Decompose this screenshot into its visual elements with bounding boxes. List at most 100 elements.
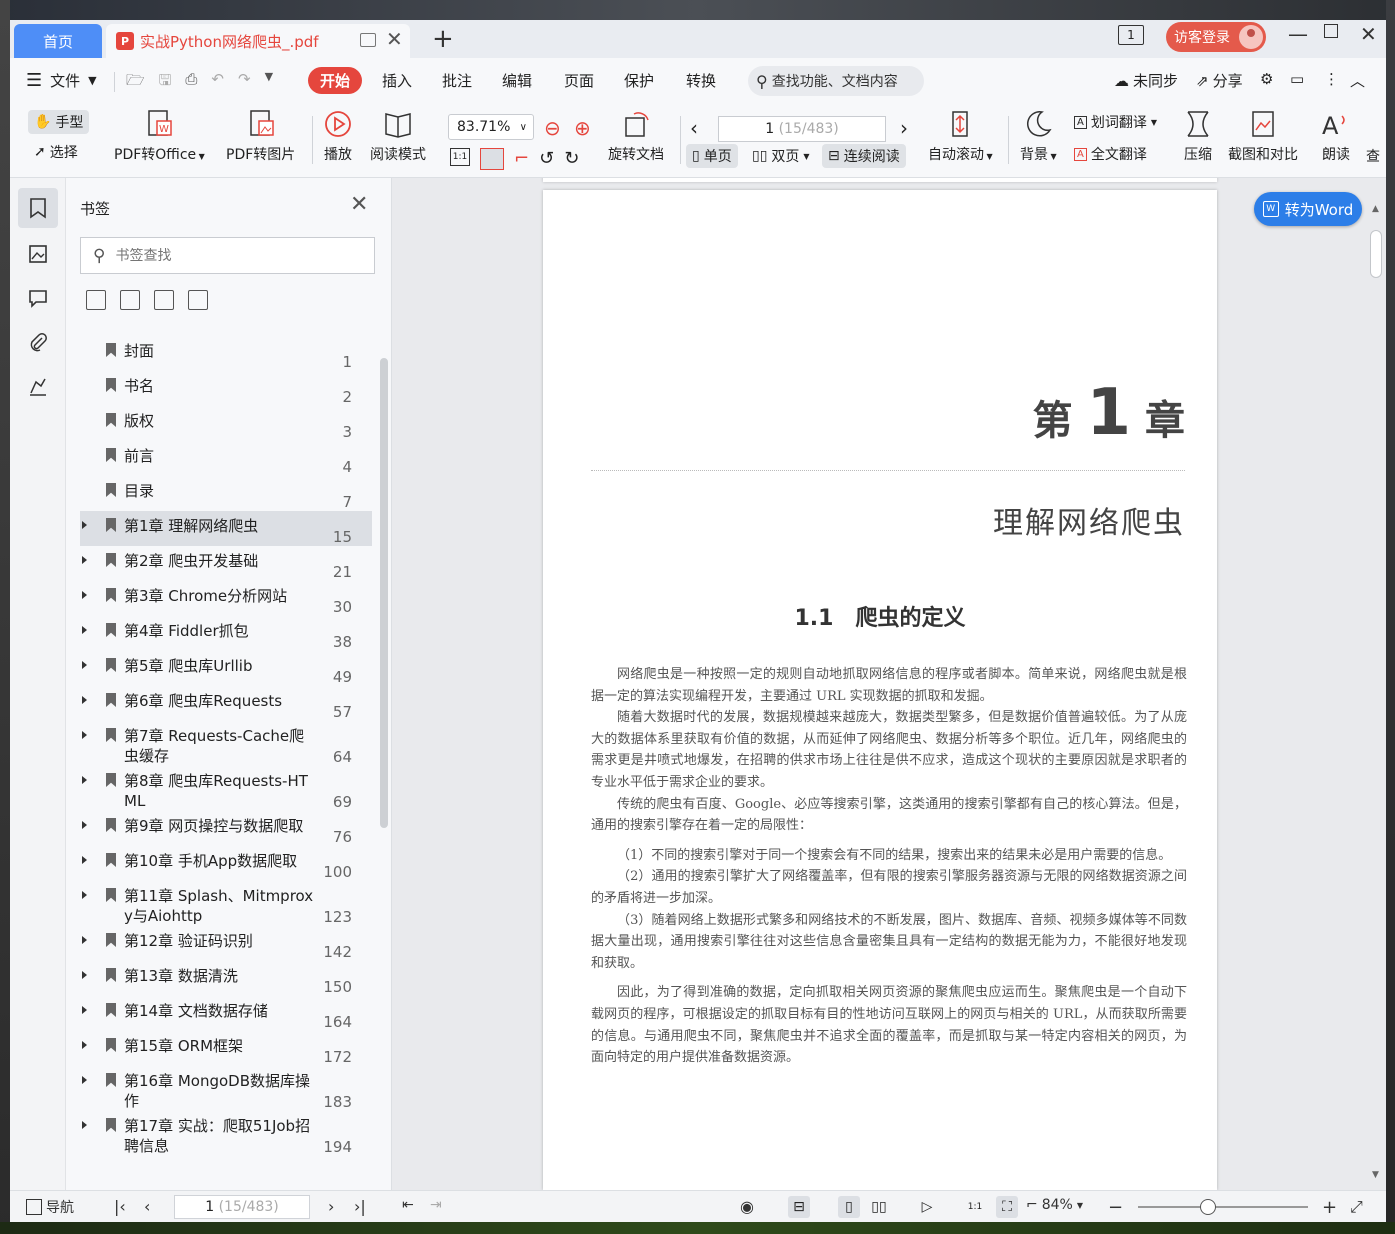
close-icon[interactable]: ✕ <box>350 192 368 217</box>
tab-home[interactable]: 首页 <box>14 24 102 58</box>
expand-arrow-icon[interactable] <box>82 776 87 784</box>
menu-insert[interactable]: 插入 <box>382 70 412 91</box>
bookmark-item-selected[interactable]: 第1章 理解网络爬虫 15 <box>80 511 372 546</box>
maximize-icon[interactable] <box>1324 24 1338 38</box>
play-icon[interactable]: ▷ <box>916 1196 938 1218</box>
sync-status[interactable]: ☁ 未同步 <box>1114 70 1178 91</box>
redo-icon[interactable]: ↷ <box>238 70 251 95</box>
menu-protect[interactable]: 保护 <box>624 70 654 91</box>
word-translate-button[interactable]: A 划词翻译 ▼ <box>1074 112 1157 132</box>
status-page-input[interactable]: 1 (15/483) <box>174 1195 310 1219</box>
share-button[interactable]: ⇗ 分享 <box>1196 70 1243 91</box>
bookmark-item[interactable]: 第14章 文档数据存储 164 <box>80 996 372 1031</box>
minimize-icon[interactable]: — <box>1288 22 1308 46</box>
bookmark-item[interactable]: 版权 3 <box>80 406 372 441</box>
actual-size-icon[interactable]: 1:1 <box>450 148 470 166</box>
expand-arrow-icon[interactable] <box>82 731 87 739</box>
bookmark-item[interactable]: 第12章 验证码识别 142 <box>80 926 372 961</box>
page-number-input[interactable]: 1 (15/483) <box>718 116 886 142</box>
actual-size-icon[interactable]: 1:1 <box>964 1196 986 1218</box>
bookmark-item[interactable]: 第5章 爬虫库Urllib 49 <box>80 651 372 686</box>
signature-icon[interactable] <box>18 366 58 406</box>
expand-arrow-icon[interactable] <box>82 661 87 669</box>
bookmark-item[interactable]: 目录 7 <box>80 476 372 511</box>
more-tools-button[interactable]: 查 <box>1366 146 1380 166</box>
expand-arrow-icon[interactable] <box>82 971 87 979</box>
tab-pin-icon[interactable] <box>360 33 376 47</box>
expand-arrow-icon[interactable] <box>82 821 87 829</box>
menu-edit[interactable]: 编辑 <box>502 70 532 91</box>
background-button[interactable]: 背景 ▼ <box>1020 108 1057 164</box>
bookmark-item[interactable]: 第10章 手机App数据爬取 100 <box>80 846 372 881</box>
bookmark-item[interactable]: 第9章 网页操控与数据爬取 76 <box>80 811 372 846</box>
print-icon[interactable]: ⎙ <box>185 70 197 95</box>
window-close-icon[interactable]: ✕ <box>1360 22 1377 46</box>
last-page-icon[interactable]: ›| <box>354 1197 366 1216</box>
bookmark-item[interactable]: 第17章 实战：爬取51Job招聘信息 194 <box>80 1111 372 1156</box>
settings-gear-icon[interactable]: ⚙ <box>1260 70 1273 88</box>
bookmark-item[interactable]: 封面 1 <box>80 336 372 371</box>
bookmark-item[interactable]: 第15章 ORM框架 172 <box>80 1031 372 1066</box>
screenshot-compare-button[interactable]: 截图和对比 <box>1228 108 1298 164</box>
expand-arrow-icon[interactable] <box>82 591 87 599</box>
tab-close-icon[interactable]: ✕ <box>386 27 403 51</box>
zoom-out-icon[interactable]: − <box>1108 1197 1123 1218</box>
bookmark-search-input[interactable] <box>115 247 346 264</box>
menu-start[interactable]: 开始 <box>308 67 363 94</box>
save-icon[interactable]: 🖫 <box>159 70 172 95</box>
bookmark-item[interactable]: 前言 4 <box>80 441 372 476</box>
fit-width-icon[interactable]: ⌐ <box>514 148 529 170</box>
bookmark-item[interactable]: 第2章 爬虫开发基础 21 <box>80 546 372 581</box>
expand-arrow-icon[interactable] <box>82 1041 87 1049</box>
back-icon[interactable]: ⇤ <box>402 1197 414 1213</box>
expand-arrow-icon[interactable] <box>82 696 87 704</box>
scroll-down-icon[interactable]: ▼ <box>1372 1170 1379 1180</box>
auto-scroll-button[interactable]: 自动滚动 ▼ <box>928 108 993 164</box>
undo-icon[interactable]: ↶ <box>211 70 224 95</box>
double-page-view-icon[interactable]: ▯▯ <box>868 1196 890 1218</box>
feature-search[interactable]: ⚲ 查找功能、文档内容 <box>748 66 924 96</box>
pdf-to-image-button[interactable]: PDF转图片 <box>226 108 295 164</box>
eye-protection-icon[interactable]: ◉ <box>740 1197 754 1216</box>
navigation-toggle[interactable]: 导航 <box>26 1197 74 1217</box>
read-mode-button[interactable]: 阅读模式 <box>370 108 426 164</box>
play-button[interactable]: 播放 <box>322 108 354 164</box>
zoom-in-icon[interactable]: ⊕ <box>574 116 591 140</box>
menu-page[interactable]: 页面 <box>564 70 594 91</box>
zoom-select[interactable]: 83.71% ∨ <box>448 114 534 140</box>
customize-chevron-icon[interactable]: ▼ <box>265 70 273 95</box>
collapse-ribbon-icon[interactable]: ︿ <box>1350 70 1365 91</box>
bookmark-item[interactable]: 第7章 Requests-Cache爬虫缓存 64 <box>80 721 372 766</box>
zoom-slider[interactable] <box>1138 1199 1308 1215</box>
continuous-view-icon[interactable]: ⊟ <box>788 1196 810 1218</box>
rotate-document-button[interactable]: 旋转文档 <box>608 108 664 164</box>
scroll-up-icon[interactable]: ▲ <box>1372 204 1379 214</box>
comment-panel-icon[interactable] <box>18 278 58 318</box>
single-page-button[interactable]: ▯ 单页 <box>686 144 738 168</box>
delete-bookmark-icon[interactable] <box>188 290 208 310</box>
hand-tool-button[interactable]: ✋ 手型 <box>28 110 90 134</box>
expand-arrow-icon[interactable] <box>82 1076 87 1084</box>
continuous-read-button[interactable]: ⊟ 连续阅读 <box>822 144 906 168</box>
new-tab-icon[interactable]: + <box>432 24 454 54</box>
add-bookmark-icon[interactable] <box>154 290 174 310</box>
collapse-all-icon[interactable] <box>120 290 140 310</box>
bookmark-item[interactable]: 第11章 Splash、Mitmproxy与Aiohttp 123 <box>80 881 372 926</box>
fit-page-icon[interactable] <box>480 148 504 170</box>
expand-arrow-icon[interactable] <box>82 891 87 899</box>
single-page-view-icon[interactable]: ▯ <box>838 1196 860 1218</box>
fit-page-icon[interactable]: ⛶ <box>996 1196 1018 1218</box>
expand-arrow-icon[interactable] <box>82 1121 87 1129</box>
bookmark-scrollbar[interactable] <box>380 358 388 828</box>
compress-button[interactable]: 压缩 <box>1182 108 1214 164</box>
open-folder-icon[interactable]: 🗁 <box>126 70 145 95</box>
pdf-to-office-button[interactable]: W PDF转Office ▼ <box>114 108 205 164</box>
convert-to-word-button[interactable]: W 转为Word <box>1254 192 1362 226</box>
feedback-icon[interactable]: ▭ <box>1290 70 1304 88</box>
next-page-icon[interactable]: › <box>328 1197 334 1216</box>
expand-arrow-icon[interactable] <box>82 626 87 634</box>
menu-convert[interactable]: 转换 <box>686 70 716 91</box>
read-aloud-button[interactable]: A 朗读 <box>1320 108 1352 164</box>
zoom-dropdown[interactable]: ⌐ 84% ▼ <box>1026 1197 1083 1213</box>
previous-page-icon[interactable]: ‹ <box>144 1197 150 1216</box>
